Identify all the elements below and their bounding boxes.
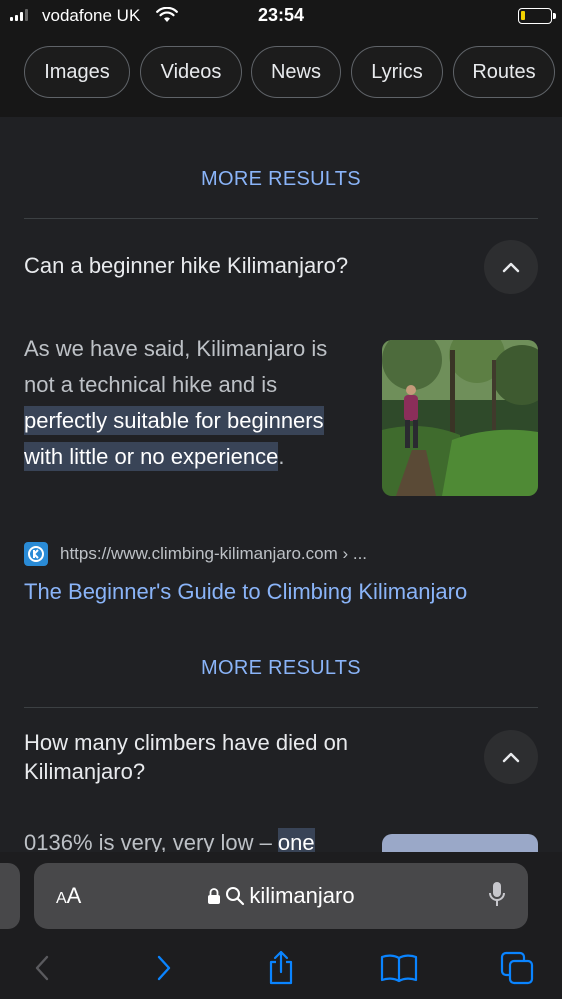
answer-text-plain: As we have said, Kilimanjaro is not a te… bbox=[24, 336, 328, 397]
search-icon bbox=[226, 887, 245, 906]
bookmarks-button[interactable] bbox=[379, 948, 419, 988]
faq-question[interactable]: Can a beginner hike Kilimanjaro? bbox=[24, 251, 464, 280]
chip-routes[interactable]: Routes bbox=[453, 46, 555, 98]
chevron-left-icon bbox=[35, 955, 49, 981]
answer-text-end: . bbox=[278, 444, 285, 469]
previous-tab-preview[interactable] bbox=[0, 863, 20, 929]
address-bar[interactable]: AA kilimanjaro bbox=[34, 863, 528, 929]
forward-button[interactable] bbox=[144, 948, 184, 988]
address-text: kilimanjaro bbox=[249, 883, 355, 908]
address-field[interactable]: kilimanjaro bbox=[34, 883, 528, 909]
more-results-link[interactable]: MORE RESULTS bbox=[24, 168, 538, 191]
share-button[interactable] bbox=[261, 948, 301, 988]
chevron-right-icon bbox=[157, 955, 171, 981]
answer-thumbnail-image[interactable] bbox=[382, 340, 538, 496]
browser-toolbar: AA kilimanjaro bbox=[0, 852, 562, 999]
clock: 23:54 bbox=[257, 5, 305, 25]
faq-question[interactable]: How many climbers have died on Kilimanja… bbox=[24, 728, 444, 786]
divider bbox=[24, 707, 538, 708]
more-results-link[interactable]: MORE RESULTS bbox=[24, 657, 538, 680]
tabs-icon bbox=[500, 951, 534, 985]
back-button[interactable] bbox=[22, 948, 62, 988]
faq-answer: As we have said, Kilimanjaro is not a te… bbox=[24, 331, 354, 475]
result-source[interactable]: https://www.climbing-kilimanjaro.com › .… bbox=[24, 542, 367, 566]
battery-icon bbox=[518, 8, 556, 24]
lock-icon bbox=[208, 888, 221, 904]
chip-images[interactable]: Images bbox=[24, 46, 130, 98]
divider bbox=[24, 218, 538, 219]
chevron-up-icon bbox=[502, 752, 520, 763]
source-url: https://www.climbing-kilimanjaro.com › .… bbox=[60, 544, 368, 563]
collapse-button[interactable] bbox=[484, 240, 538, 294]
search-filter-chips: Images Videos News Lyrics Routes bbox=[0, 32, 562, 117]
status-bar: vodafone UK 23:54 bbox=[0, 0, 562, 32]
microphone-icon[interactable] bbox=[488, 881, 506, 909]
chip-news[interactable]: News bbox=[251, 46, 341, 98]
chip-lyrics[interactable]: Lyrics bbox=[351, 46, 443, 98]
result-title-link[interactable]: The Beginner's Guide to Climbing Kiliman… bbox=[24, 579, 467, 605]
chip-videos[interactable]: Videos bbox=[140, 46, 242, 98]
share-icon bbox=[269, 950, 293, 985]
site-favicon-icon bbox=[24, 542, 48, 566]
collapse-button[interactable] bbox=[484, 730, 538, 784]
chevron-up-icon bbox=[502, 262, 520, 273]
book-icon bbox=[380, 954, 418, 983]
tabs-button[interactable] bbox=[497, 948, 537, 988]
